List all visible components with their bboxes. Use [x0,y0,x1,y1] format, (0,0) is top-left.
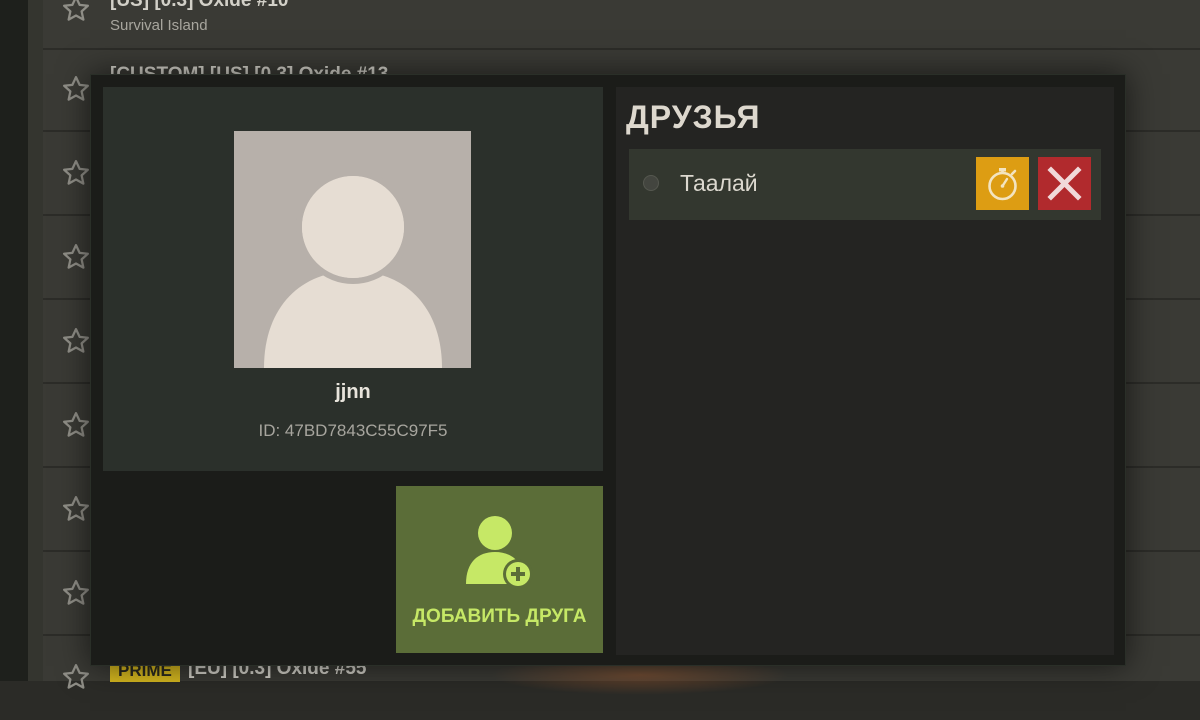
add-friend-label: ДОБАВИТЬ ДРУГА [412,606,587,627]
server-map: Survival Island [110,17,208,34]
star-icon[interactable] [61,74,91,104]
timer-icon [988,168,1017,201]
profile-card: jjnn ID: 47BD7843C55C97F5 [103,87,603,471]
default-avatar-icon [264,170,442,368]
remove-friend-button[interactable] [1038,157,1091,210]
username: jjnn [335,381,371,403]
avatar [234,131,471,368]
add-user-icon [462,512,536,592]
server-name: [US] [0.3] Oxide #10 [110,0,289,11]
star-icon[interactable] [61,242,91,272]
star-icon[interactable] [61,0,91,24]
star-icon[interactable] [61,578,91,608]
add-friend-button[interactable]: ДОБАВИТЬ ДРУГА [396,486,603,653]
timer-button[interactable] [976,157,1029,210]
star-icon[interactable] [61,410,91,440]
star-icon[interactable] [61,326,91,356]
friends-modal: jjnn ID: 47BD7843C55C97F5 ДОБАВИТЬ ДРУГА… [90,74,1126,666]
friends-panel: ДРУЗЬЯ Таалай [616,87,1114,655]
star-icon[interactable] [61,662,91,692]
close-icon [1047,166,1082,201]
star-icon[interactable] [61,158,91,188]
friend-name: Таалай [680,170,758,196]
left-rail-border [28,0,43,681]
left-rail [0,0,28,681]
user-id: ID: 47BD7843C55C97F5 [258,421,448,440]
star-icon[interactable] [61,494,91,524]
friend-list-item[interactable]: Таалай [629,149,1101,220]
server-row[interactable]: [US] [0.3] Oxide #10 Survival Island [43,0,1200,50]
friends-title: ДРУЗЬЯ [626,99,761,135]
status-indicator [643,175,659,191]
